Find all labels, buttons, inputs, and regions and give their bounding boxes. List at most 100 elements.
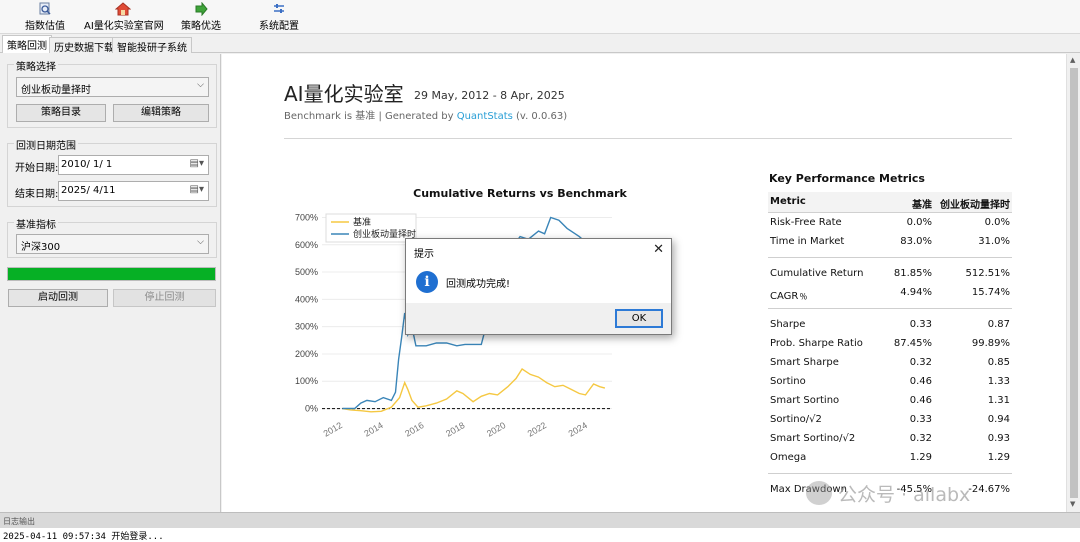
chart-title: Cumulative Returns vs Benchmark	[413, 187, 627, 200]
metric-value: 0.33	[909, 319, 932, 330]
y-tick-label: 700%	[295, 212, 318, 222]
metric-value: 512.51%	[965, 268, 1011, 279]
metric-value: 81.85%	[893, 268, 932, 279]
log-output: 2025-04-11 09:57:34 开始登录...	[0, 528, 1080, 542]
metrics-table: Metric 基准 创业板动量择时 Risk-Free Rate 0.0% 0.0% Tim…	[768, 192, 1012, 499]
y-tick-label: 0%	[305, 404, 318, 414]
metric-name: Smart Sortino/√2	[770, 433, 856, 444]
toolbar-label: 策略优选	[181, 21, 221, 32]
strategy-catalog-button[interactable]: 策略目录	[16, 104, 106, 122]
metrics-header-cell: Metric	[770, 196, 806, 207]
metric-name: Sharpe	[770, 319, 806, 330]
benchmark-select[interactable]: 沪深300 ⌵	[16, 234, 209, 254]
ok-button[interactable]: OK	[615, 309, 663, 328]
metric-name: Time in Market	[770, 236, 845, 247]
metric-value: 0.46	[909, 395, 932, 406]
y-tick-label: 100%	[295, 376, 318, 386]
calendar-dropdown-icon[interactable]: ▤▾	[190, 184, 204, 195]
x-tick-label: 2016	[403, 420, 425, 439]
toolbar-label: 系统配置	[259, 21, 299, 32]
legend-label: 基准	[353, 216, 371, 228]
metric-name: Sortino/√2	[770, 414, 822, 425]
toolbar-label: 指数估值	[25, 21, 65, 32]
metric-name: CAGR﹪	[770, 291, 809, 302]
scroll-up-icon[interactable]: ▲	[1070, 56, 1075, 64]
dialog-footer: OK	[406, 303, 671, 334]
start-backtest-button[interactable]: 启动回测	[8, 289, 108, 307]
metrics-row: Omega 1.29 1.29	[768, 448, 1012, 467]
metric-value: 0.0%	[984, 217, 1010, 228]
magnifier-chart-icon	[39, 2, 51, 15]
home-icon	[115, 2, 131, 16]
report-scrollbar[interactable]: ▲ ▼	[1066, 54, 1080, 512]
toolbar: 指数估值 AI量化实验室官网 策略优选 系统配置	[0, 0, 1080, 34]
start-date-value: 2010/ 1/ 1	[61, 159, 113, 170]
stop-backtest-button: 停止回测	[113, 289, 216, 307]
metric-name: Omega	[770, 452, 807, 463]
benchmark-select-value: 沪深300	[21, 242, 61, 253]
official-site-button[interactable]: AI量化实验室官网	[84, 2, 164, 32]
metrics-header-row: Metric 基准 创业板动量择时	[768, 192, 1012, 213]
x-tick-label: 2018	[444, 420, 466, 439]
strategy-select-button[interactable]: 策略优选	[180, 2, 222, 32]
metric-value: 0.93	[987, 433, 1010, 444]
metrics-divider	[768, 302, 1012, 315]
x-tick-label: 2014	[362, 420, 384, 439]
backtest-progress-bar	[7, 267, 216, 281]
metric-value: 0.85	[987, 357, 1010, 368]
strategy-group: 策略选择 创业板动量择时 ⌵ 策略目录 编辑策略	[7, 58, 217, 128]
sliders-icon	[274, 4, 284, 13]
benchmark-group-title: 基准指标	[14, 216, 58, 231]
metric-value: 1.29	[909, 452, 932, 463]
watermark: 公众号 · ailabx	[838, 484, 971, 506]
calendar-dropdown-icon[interactable]: ▤▾	[190, 158, 204, 169]
green-arrow-icon	[195, 2, 208, 16]
y-tick-label: 200%	[295, 349, 318, 359]
metrics-divider	[768, 467, 1012, 480]
edit-strategy-button[interactable]: 编辑策略	[113, 104, 209, 122]
chevron-down-icon: ⌵	[197, 80, 204, 90]
end-date-label: 结束日期:	[15, 189, 59, 200]
system-config-button[interactable]: 系统配置	[258, 2, 300, 32]
metrics-divider	[768, 251, 1012, 264]
y-tick-label: 500%	[295, 267, 318, 277]
tab-history-download[interactable]: 历史数据下载	[49, 37, 119, 54]
scroll-thumb[interactable]	[1070, 68, 1078, 498]
y-tick-label: 300%	[295, 322, 318, 332]
report-title: AI量化实验室	[284, 82, 404, 106]
dialog-title: 提示	[414, 249, 434, 260]
series-line	[342, 368, 606, 413]
metric-name: Risk-Free Rate	[770, 217, 842, 228]
tab-research-system[interactable]: 智能投研子系统	[112, 37, 192, 54]
strategy-group-title: 策略选择	[14, 58, 58, 73]
report-subtitle: Benchmark is 基准 | Generated by QuantStat…	[284, 107, 567, 122]
divider	[284, 138, 1012, 139]
message-dialog: 提示 ✕ i 回测成功完成! OK	[405, 238, 672, 335]
metrics-row: Prob. Sharpe Ratio 87.45% 99.89%	[768, 334, 1012, 353]
dialog-body: i 回测成功完成!	[406, 261, 671, 303]
progress-fill	[8, 268, 215, 280]
report-subtitle-text: Benchmark is 基准 | Generated by	[284, 111, 457, 122]
quantstats-link[interactable]: QuantStats	[457, 111, 513, 122]
strategy-select-value: 创业板动量择时	[21, 85, 91, 96]
metric-name: Sortino	[770, 376, 806, 387]
start-date-field[interactable]: 2010/ 1/ 1 ▤▾	[58, 155, 209, 175]
close-icon[interactable]: ✕	[653, 242, 664, 257]
chevron-down-icon: ⌵	[197, 237, 204, 247]
tab-backtest[interactable]: 策略回测	[2, 35, 52, 53]
index-valuation-button[interactable]: 指数估值	[22, 2, 68, 32]
start-date-label: 开始日期:	[15, 163, 59, 174]
scroll-down-icon[interactable]: ▼	[1070, 500, 1075, 508]
x-tick-label: 2022	[526, 420, 548, 439]
metric-value: 1.31	[987, 395, 1010, 406]
metrics-row: CAGR﹪ 4.94% 15.74%	[768, 283, 1012, 302]
metric-value: 1.29	[987, 452, 1010, 463]
metrics-row: Risk-Free Rate 0.0% 0.0%	[768, 213, 1012, 232]
metric-value: 99.89%	[971, 338, 1010, 349]
x-tick-label: 2024	[567, 420, 589, 439]
metric-value: 0.33	[909, 414, 932, 425]
end-date-field[interactable]: 2025/ 4/11 ▤▾	[58, 181, 209, 201]
strategy-select[interactable]: 创业板动量择时 ⌵	[16, 77, 209, 97]
metric-value: 87.45%	[893, 338, 932, 349]
metrics-row: Time in Market 83.0% 31.0%	[768, 232, 1012, 251]
